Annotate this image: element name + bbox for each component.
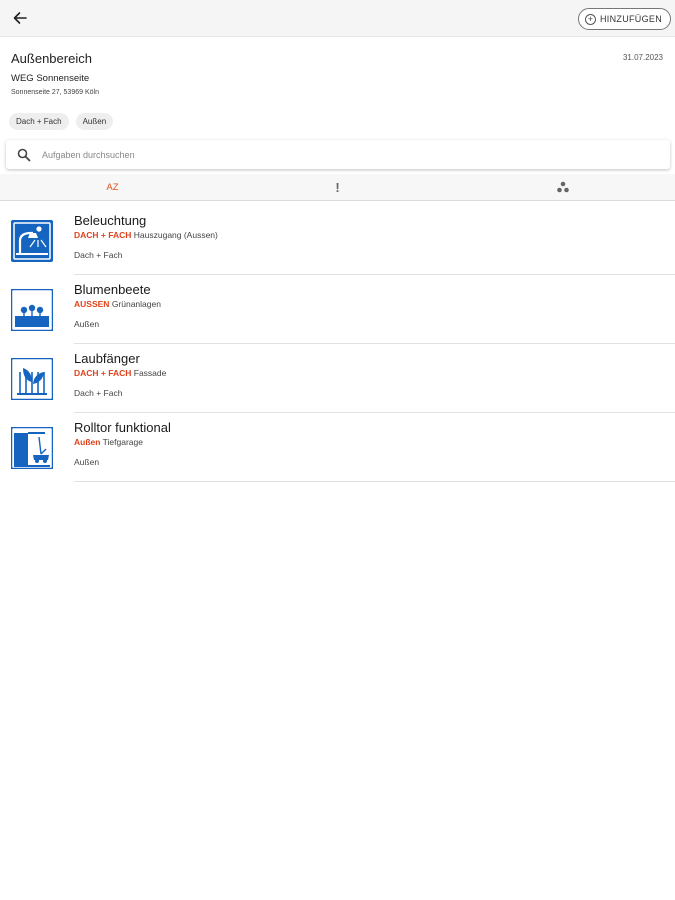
property-name: WEG Sonnenseite	[11, 73, 90, 84]
task-tag: Außen	[74, 437, 101, 447]
chip-aussen[interactable]: Außen	[75, 113, 114, 130]
task-group: Außen	[74, 319, 100, 329]
task-name: Rolltor funktional	[74, 420, 171, 435]
task-location: Fassade	[133, 368, 167, 378]
top-bar: + HINZUFÜGEN	[0, 0, 675, 37]
filter-chips: Dach + Fach Außen	[9, 113, 114, 130]
search-input[interactable]	[42, 149, 642, 160]
task-subline: Außen Tiefgarage	[74, 437, 675, 447]
task-name: Laubfänger	[74, 351, 140, 366]
task-name: Blumenbeete	[74, 282, 151, 297]
search-icon	[17, 148, 31, 161]
task-location: Tiefgarage	[102, 437, 143, 447]
task-subline: DACH + FACH Hauszugang (Aussen)	[74, 230, 675, 240]
task-content: Blumenbeete AUSSEN Grünanlagen Außen	[74, 282, 675, 344]
leaf-guard-icon	[11, 358, 53, 400]
chip-dach-fach[interactable]: Dach + Fach	[9, 113, 69, 130]
priority-icon: !	[335, 179, 340, 195]
task-tag: AUSSEN	[74, 299, 110, 309]
sort-tab-group[interactable]	[450, 174, 675, 200]
light-icon	[11, 220, 53, 262]
task-content: Laubfänger DACH + FACH Fassade Dach + Fa…	[74, 351, 675, 413]
task-group: Dach + Fach	[74, 250, 123, 260]
task-tag: DACH + FACH	[74, 230, 132, 240]
search-bar	[6, 140, 670, 169]
task-item-laubfaenger[interactable]: Laubfänger DACH + FACH Fassade Dach + Fa…	[0, 345, 675, 414]
task-tag: DACH + FACH	[74, 368, 132, 378]
task-item-blumenbeete[interactable]: Blumenbeete AUSSEN Grünanlagen Außen	[0, 276, 675, 345]
task-location: Hauszugang (Aussen)	[133, 230, 218, 240]
arrow-left-icon	[13, 12, 27, 24]
area-header: Außenbereich 31.07.2023 WEG Sonnenseite …	[0, 38, 675, 138]
sort-tab-priority[interactable]: !	[225, 174, 450, 200]
task-location: Grünanlagen	[111, 299, 161, 309]
task-content: Rolltor funktional Außen Tiefgarage Auße…	[74, 420, 675, 482]
task-item-rolltor[interactable]: Rolltor funktional Außen Tiefgarage Auße…	[0, 414, 675, 483]
group-icon	[556, 181, 569, 193]
task-item-beleuchtung[interactable]: Beleuchtung DACH + FACH Hauszugang (Auss…	[0, 207, 675, 276]
task-name: Beleuchtung	[74, 213, 147, 228]
task-group: Dach + Fach	[74, 388, 123, 398]
plus-circle-icon: +	[585, 13, 596, 25]
task-list: Beleuchtung DACH + FACH Hauszugang (Auss…	[0, 207, 675, 483]
back-button[interactable]	[8, 6, 32, 30]
page-title: Außenbereich	[11, 51, 92, 66]
task-subline: DACH + FACH Fassade	[74, 368, 675, 378]
flowerbed-icon	[11, 289, 53, 331]
task-subline: AUSSEN Grünanlagen	[74, 299, 675, 309]
task-group: Außen	[74, 457, 100, 467]
property-address: Sonnenseite 27, 53969 Köln	[11, 89, 99, 96]
add-button[interactable]: + HINZUFÜGEN	[578, 8, 671, 30]
task-content: Beleuchtung DACH + FACH Hauszugang (Auss…	[74, 213, 675, 275]
add-button-label: HINZUFÜGEN	[600, 14, 662, 24]
sort-az-icon: AZ	[106, 181, 119, 193]
rolling-gate-icon	[11, 427, 53, 469]
date-label: 31.07.2023	[622, 53, 663, 62]
sort-bar: AZ !	[0, 174, 675, 201]
sort-tab-alphabetical[interactable]: AZ	[0, 174, 225, 200]
